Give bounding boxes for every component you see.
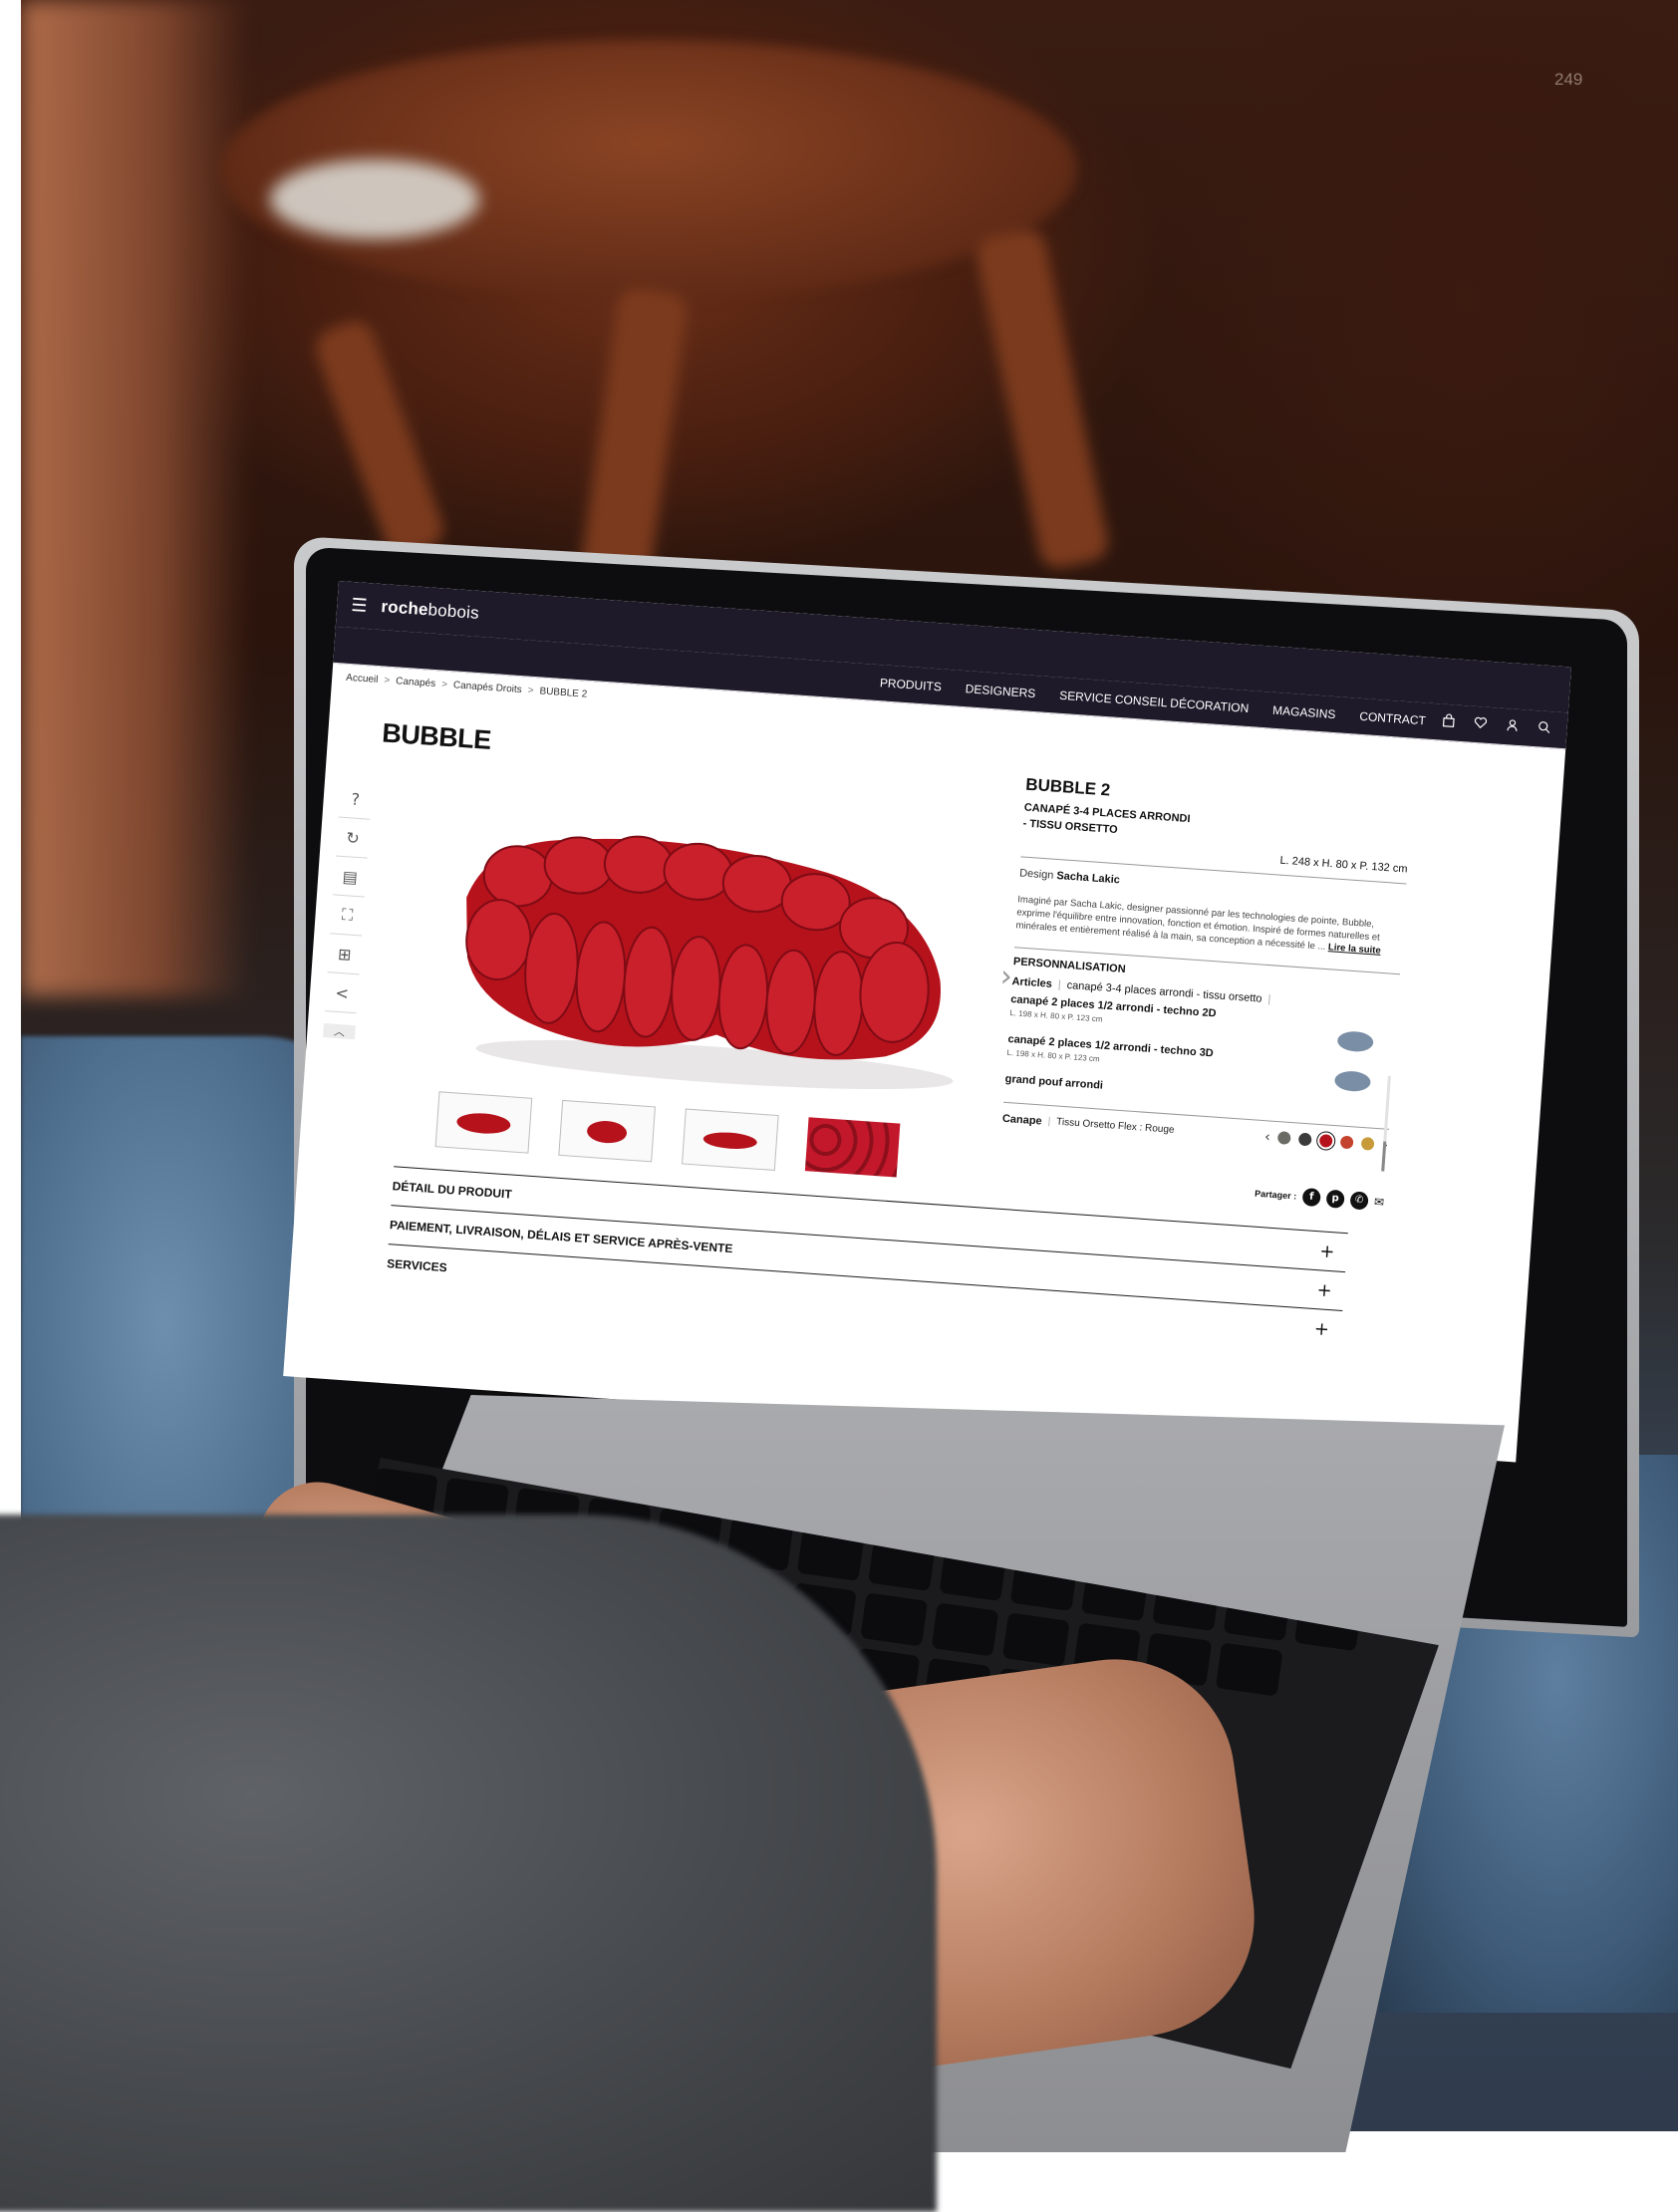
thumbnail-3[interactable] [682,1108,779,1171]
page-number: 249 [1554,70,1583,89]
designer-link[interactable]: Sacha Lakic [1056,870,1120,886]
sofa-illustration [465,835,954,1090]
plus-icon: + [1313,1317,1330,1340]
keyboard-key [932,1602,999,1656]
fabric-row: Canape|Tissu Orsetto Flex : Rouge ‹ › [1001,1101,1390,1154]
page-title: BUBBLE [381,717,492,756]
nav-magasins[interactable]: MAGASINS [1272,703,1336,721]
nav-produits[interactable]: PRODUITS [879,676,942,693]
plus-icon: + [1315,1278,1333,1301]
plus-icon: + [1318,1240,1336,1262]
variant-thumbnail [1336,1029,1374,1053]
table-leg [310,315,449,562]
share-icon[interactable]: < [324,972,360,1014]
whatsapp-icon[interactable]: ✆ [1349,1191,1369,1211]
fabric-value: Tissu Orsetto Flex : Rouge [1055,1117,1175,1137]
laptop-screen: ☰ rochebobois PRODUITS DESIGNERS SERVICE… [283,581,1571,1463]
help-icon[interactable]: ? [338,778,374,820]
person-shirt [0,1515,937,2212]
catalog-icon[interactable]: ▤ [332,856,368,898]
viewer-toolbar: ? ↻ ▤ ⛶ ⊞ < ︿ [323,778,381,1040]
swatch-4[interactable] [1361,1137,1375,1152]
swatch-0[interactable] [1277,1131,1292,1146]
nav-service-conseil[interactable]: SERVICE CONSEIL DÉCORATION [1059,689,1250,715]
pinterest-icon[interactable]: p [1325,1189,1345,1209]
nav-contract[interactable]: CONTRACT [1359,709,1426,728]
person-arm [21,0,250,996]
share-row: Partager : f p ✆ ✉ [1254,1187,1385,1211]
keyboard-key [1002,1612,1070,1666]
keyboard-key [860,1592,928,1646]
swatch-3[interactable] [1340,1135,1354,1150]
user-icon[interactable] [1503,717,1522,736]
read-more-link[interactable]: Lire la suite [1328,943,1381,958]
site-logo[interactable]: rochebobois [381,597,480,624]
variant-thumbnail [1333,1069,1372,1093]
color-swatches: ‹ › [1264,1129,1389,1154]
thumbnail-2[interactable] [558,1099,656,1163]
swatch-2[interactable] [1319,1134,1334,1149]
nav-designers[interactable]: DESIGNERS [965,682,1035,700]
product-image[interactable] [415,775,992,1112]
product-info-panel: BUBBLE 2 CANAPÉ 3-4 PLACES ARRONDI - TIS… [997,775,1412,1212]
mail-icon[interactable]: ✉ [1374,1195,1385,1210]
swatch-1[interactable] [1298,1133,1313,1147]
menu-icon[interactable]: ☰ [351,594,369,616]
collapse-icon[interactable]: ︿ [323,1023,356,1040]
thumbnail-1[interactable] [434,1091,533,1154]
thumbnail-4[interactable] [804,1117,901,1178]
bag-icon[interactable] [1439,712,1458,731]
search-icon[interactable] [1535,719,1553,738]
rotate-icon[interactable]: ↻ [335,817,371,859]
cup [270,159,479,239]
image-thumbnails [434,1091,901,1179]
facebook-icon[interactable]: f [1301,1187,1321,1208]
grid-icon[interactable]: ⊞ [327,934,363,975]
table-leg [973,225,1112,572]
table-leg [578,285,690,592]
product-description: Imaginé par Sacha Lakic, designer passio… [1015,894,1382,958]
chevron-left-icon[interactable]: ‹ [1264,1129,1271,1145]
keyboard-key [1216,1642,1283,1696]
fullscreen-icon[interactable]: ⛶ [330,895,365,937]
heart-icon[interactable] [1471,715,1490,734]
product-page: BUBBLE ? ↻ ▤ ⛶ ⊞ < ︿ › DÉTAIL DU PRODUIT… [283,683,1564,1463]
